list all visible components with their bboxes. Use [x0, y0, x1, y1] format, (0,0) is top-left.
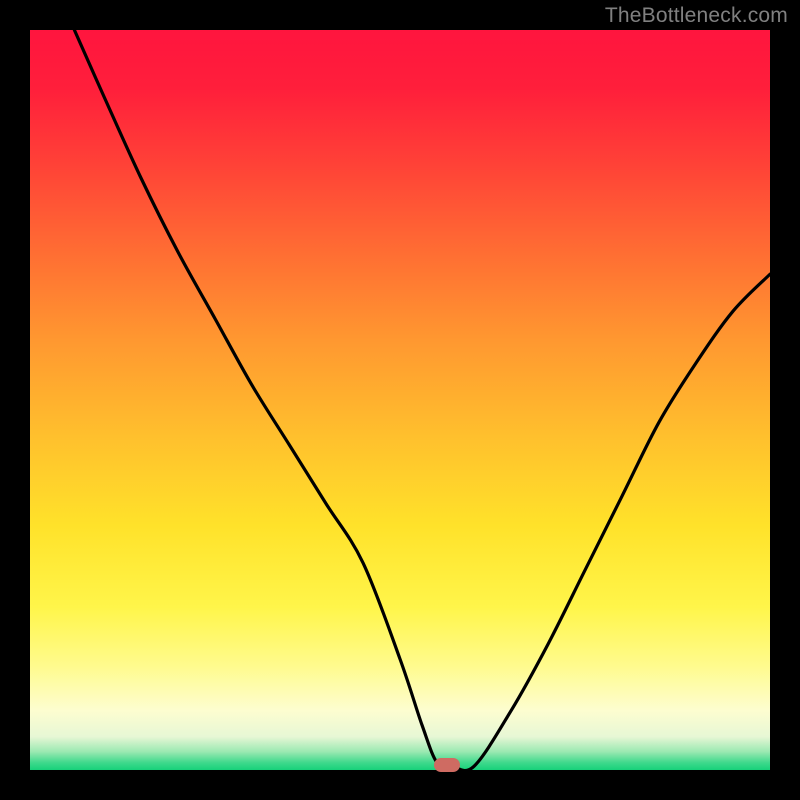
- plot-area: [30, 30, 770, 770]
- background-gradient: [30, 30, 770, 770]
- chart-frame: TheBottleneck.com: [0, 0, 800, 800]
- watermark-text: TheBottleneck.com: [605, 4, 788, 28]
- optimal-point-marker: [434, 758, 460, 772]
